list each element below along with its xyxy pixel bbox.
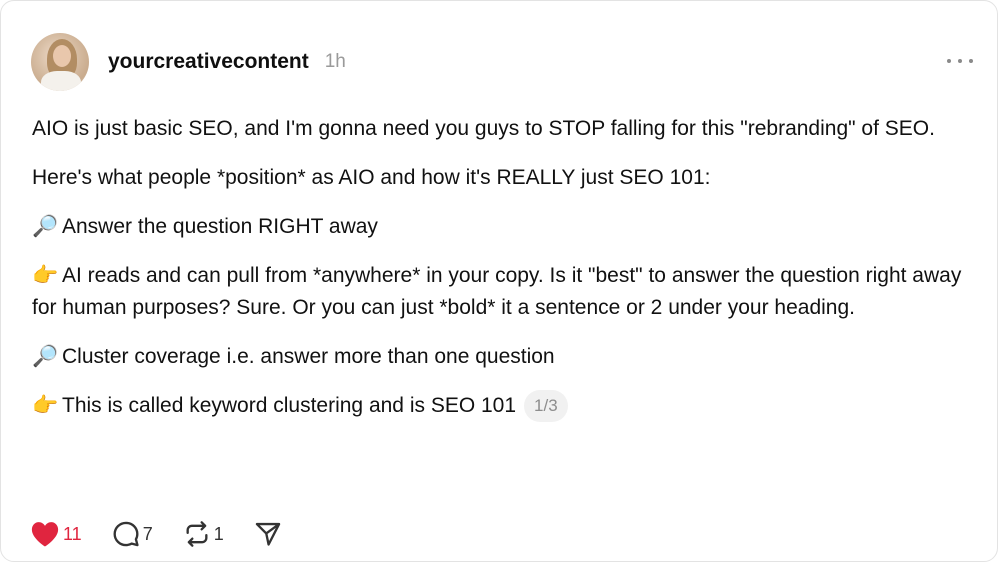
post-content: AIO is just basic SEO, and I'm gonna nee… xyxy=(32,113,982,439)
list-item-text: Answer the question RIGHT away xyxy=(62,215,378,238)
send-icon xyxy=(255,522,280,546)
post-paragraph: AIO is just basic SEO, and I'm gonna nee… xyxy=(32,117,935,140)
username[interactable]: yourcreativecontent xyxy=(108,50,309,74)
list-item-text: Cluster coverage i.e. answer more than o… xyxy=(62,345,555,368)
list-item: 👉 AI reads and can pull from *anywhere* i… xyxy=(32,260,982,324)
list-item: 🔎 Answer the question RIGHT away xyxy=(32,211,982,243)
post-paragraph: Here's what people *position* as AIO and… xyxy=(32,166,711,189)
carousel-pager-badge[interactable]: 1/3 xyxy=(524,390,568,423)
like-button[interactable]: 11 xyxy=(30,520,82,548)
post-time: 1h xyxy=(324,51,346,72)
post-card: yourcreativecontent 1h AIO is just basic… xyxy=(0,0,998,562)
list-item-text: AI reads and can pull from *anywhere* in… xyxy=(32,264,962,319)
comment-button[interactable]: 7 xyxy=(112,520,153,548)
repost-button[interactable]: 1 xyxy=(183,520,224,548)
heart-icon xyxy=(31,522,59,547)
list-item: 👉 This is called keyword clustering and i… xyxy=(32,390,982,423)
dot xyxy=(958,59,962,63)
dot xyxy=(947,59,951,63)
like-count: 11 xyxy=(63,523,82,544)
pointing-hand-icon: 👉 xyxy=(32,264,59,287)
pointing-hand-icon: 👉 xyxy=(32,394,59,417)
avatar-face xyxy=(53,45,71,67)
more-options-icon[interactable] xyxy=(947,54,973,68)
list-item-text: This is called keyword clustering and is… xyxy=(62,394,517,417)
magnifier-icon: 🔎 xyxy=(32,345,59,368)
comment-icon xyxy=(113,521,139,547)
avatar-body xyxy=(41,71,81,91)
dot xyxy=(969,59,973,63)
post-actions: 11 7 1 xyxy=(30,518,312,550)
repost-count: 1 xyxy=(213,523,224,544)
magnifier-icon: 🔎 xyxy=(32,215,59,238)
share-button[interactable] xyxy=(254,520,282,548)
avatar[interactable] xyxy=(31,33,89,91)
comment-count: 7 xyxy=(142,523,153,544)
list-item: 🔎 Cluster coverage i.e. answer more than … xyxy=(32,341,982,373)
repost-icon xyxy=(186,521,208,547)
post-header: yourcreativecontent 1h xyxy=(31,32,346,92)
